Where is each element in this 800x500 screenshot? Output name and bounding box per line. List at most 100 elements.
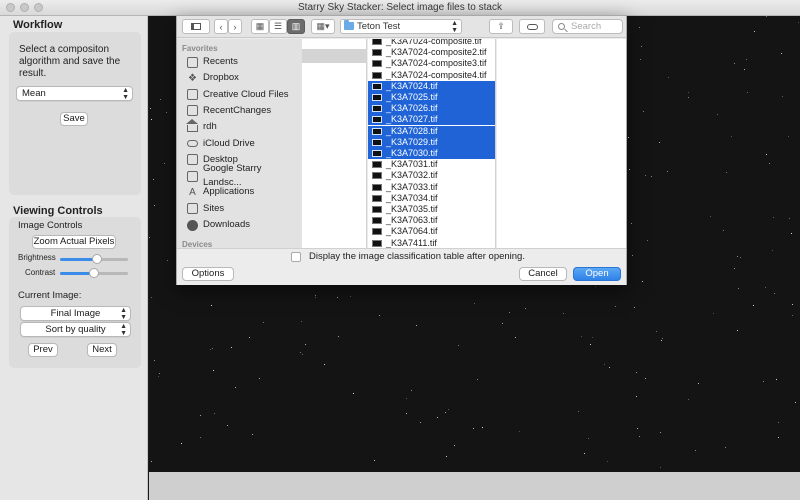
- sidebar-item-applications[interactable]: A Applications: [187, 185, 254, 199]
- sidebar-item-recents[interactable]: Recents: [187, 55, 238, 69]
- search-placeholder: Search: [571, 21, 602, 32]
- file-row[interactable]: _K3A7032.tif: [368, 170, 495, 181]
- sidebar-item-dropbox[interactable]: ❖ Dropbox: [187, 71, 239, 85]
- file-row[interactable]: _K3A7025.tif: [368, 92, 495, 103]
- star-point: [519, 431, 520, 432]
- star-point: [350, 296, 351, 297]
- brightness-label: Brightness: [18, 253, 56, 262]
- location-select[interactable]: Teton Test ▲ ▼: [340, 19, 462, 34]
- share-button[interactable]: ⇪: [489, 19, 513, 34]
- column-view-button[interactable]: ▥: [287, 19, 305, 34]
- algorithm-select[interactable]: Mean ▲ ▼: [16, 86, 133, 101]
- chevron-updown-icon: ▲ ▼: [120, 323, 127, 337]
- zoom-actual-pixels-button[interactable]: Zoom Actual Pixels: [32, 235, 116, 249]
- star-point: [411, 390, 412, 391]
- file-row[interactable]: _K3A7024.tif: [368, 80, 495, 92]
- file-row[interactable]: _K3A7024-composite4.tif: [368, 69, 495, 81]
- zoom-window-button[interactable]: [34, 3, 43, 12]
- file-row[interactable]: _K3A7024-composite2.tif: [368, 47, 495, 58]
- file-name: _K3A7024-composite4.tif: [386, 69, 487, 80]
- star-point: [149, 237, 150, 238]
- sidebar-item-rdh[interactable]: rdh: [186, 119, 217, 134]
- sidebar-item-sites[interactable]: Sites: [187, 202, 224, 216]
- contrast-label: Contrast: [25, 268, 56, 277]
- sidebar-item-google-starry-landsc[interactable]: Google Starry Landsc...: [187, 163, 302, 188]
- save-button[interactable]: Save: [60, 112, 88, 126]
- star-point: [509, 312, 510, 313]
- sidebar-item-creative-cloud-files[interactable]: Creative Cloud Files: [187, 88, 289, 102]
- file-row[interactable]: _K3A7030.tif: [368, 148, 495, 159]
- back-button[interactable]: ‹: [214, 19, 228, 34]
- star-point: [200, 437, 201, 438]
- star-point: [592, 337, 593, 338]
- open-button[interactable]: Open: [573, 267, 621, 281]
- star-point: [774, 293, 775, 294]
- sidebar-item-label: Applications: [203, 186, 255, 198]
- star-point: [698, 383, 699, 384]
- window-controls[interactable]: [6, 3, 43, 12]
- prev-button[interactable]: Prev: [28, 343, 58, 357]
- star-point: [406, 398, 407, 399]
- browser-column-files[interactable]: _K3A7024-composite.tif _K3A7024-composite…: [368, 39, 496, 263]
- file-row[interactable]: _K3A7027.tif: [368, 114, 495, 126]
- file-row[interactable]: _K3A7033.tif: [368, 182, 495, 193]
- file-row[interactable]: _K3A7024-composite3.tif: [368, 58, 495, 69]
- group-by-button[interactable]: ▦▾: [311, 19, 335, 34]
- workflow-description: Select a compositon algorithm and save t…: [19, 44, 121, 79]
- file-name: _K3A7029.tif: [386, 136, 438, 147]
- sidebar-toggle-button[interactable]: [182, 19, 210, 34]
- image-file-icon: [372, 172, 382, 180]
- file-row[interactable]: _K3A7411.tif: [368, 237, 495, 249]
- star-point: [778, 437, 779, 438]
- star-point: [791, 233, 792, 234]
- file-name: _K3A7027.tif: [386, 114, 438, 125]
- file-row[interactable]: _K3A7029.tif: [368, 136, 495, 148]
- star-point: [725, 447, 726, 448]
- options-button[interactable]: Options: [182, 267, 234, 281]
- tags-button[interactable]: [519, 19, 545, 34]
- home-icon: [186, 119, 198, 133]
- file-row[interactable]: _K3A7035.tif: [368, 204, 495, 215]
- sidebar-item-recentchanges[interactable]: RecentChanges: [187, 104, 271, 118]
- next-button[interactable]: Next: [87, 343, 117, 357]
- file-name: _K3A7028.tif: [386, 125, 438, 136]
- chevron-right-icon: ›: [233, 21, 237, 32]
- applications-icon: A: [189, 186, 196, 198]
- star-point: [231, 347, 232, 348]
- forward-button[interactable]: ›: [228, 19, 242, 34]
- star-point: [782, 96, 783, 97]
- file-row[interactable]: _K3A7064.tif: [368, 226, 495, 237]
- folder-icon: [344, 20, 354, 30]
- cancel-button[interactable]: Cancel: [519, 267, 567, 281]
- brightness-slider[interactable]: [60, 254, 128, 264]
- classification-table-checkbox[interactable]: [291, 252, 301, 262]
- browser-column-1[interactable]: [302, 39, 367, 263]
- image-file-icon: [372, 217, 382, 225]
- file-row[interactable]: _K3A7028.tif: [368, 125, 495, 137]
- column-1-selected-row[interactable]: [302, 49, 367, 63]
- sidebar-item-downloads[interactable]: Downloads: [187, 218, 250, 232]
- file-row[interactable]: _K3A7024-composite.tif: [368, 39, 495, 47]
- file-row[interactable]: _K3A7034.tif: [368, 193, 495, 204]
- file-row[interactable]: _K3A7063.tif: [368, 215, 495, 226]
- image-select[interactable]: Final Image ▲ ▼: [20, 306, 131, 321]
- list-view-button[interactable]: ☰: [269, 19, 287, 34]
- contrast-slider-knob[interactable]: [89, 268, 99, 278]
- sort-select[interactable]: Sort by quality ▲ ▼: [20, 322, 131, 337]
- icon-view-button[interactable]: ▦: [251, 19, 269, 34]
- close-window-button[interactable]: [6, 3, 15, 12]
- minimize-window-button[interactable]: [20, 3, 29, 12]
- desktop-icon: [187, 154, 198, 166]
- viewing-controls-title: Viewing Controls: [13, 205, 103, 217]
- star-point: [590, 344, 591, 345]
- search-input[interactable]: Search: [552, 19, 623, 34]
- file-name: _K3A7031.tif: [386, 159, 438, 170]
- file-name: _K3A7030.tif: [386, 148, 438, 158]
- contrast-slider[interactable]: [60, 268, 128, 278]
- sidebar-item-icloud-drive[interactable]: iCloud Drive: [187, 137, 255, 151]
- chevron-left-icon: ‹: [219, 21, 223, 32]
- star-point: [181, 443, 182, 444]
- file-row[interactable]: _K3A7031.tif: [368, 159, 495, 170]
- file-row[interactable]: _K3A7026.tif: [368, 103, 495, 115]
- file-name: _K3A7411.tif: [386, 237, 437, 248]
